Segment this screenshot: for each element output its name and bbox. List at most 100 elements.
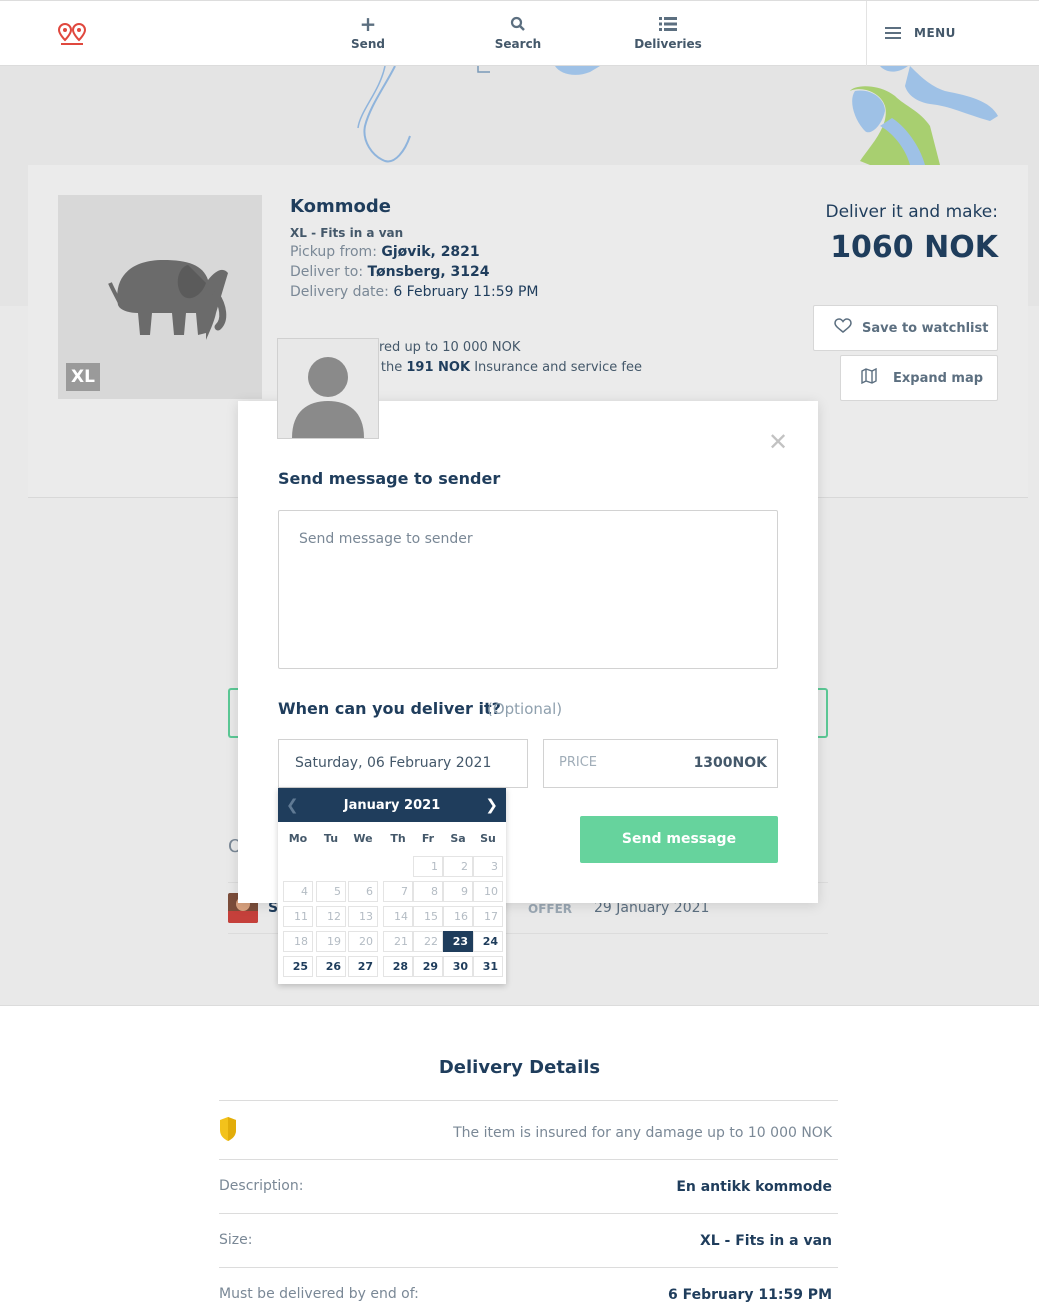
send-message-button[interactable]: Send message: [580, 816, 778, 863]
weekday-label: Sa: [450, 832, 466, 845]
watchlist-label: Save to watchlist: [862, 321, 989, 336]
delivery-date-input[interactable]: Saturday, 06 February 2021: [278, 739, 528, 788]
calendar-day: 8: [413, 881, 443, 902]
nav-search-label: Search: [494, 37, 542, 51]
insurance-text: The item is insured for any damage up to…: [453, 1125, 832, 1141]
size-badge: XL: [66, 363, 100, 391]
expand-map-label: Expand map: [893, 371, 984, 386]
pickup-label: Pickup from:: [290, 244, 377, 260]
deadline-label: Must be delivered by end of:: [219, 1286, 419, 1302]
list-icon: [623, 13, 713, 35]
calendar-day[interactable]: 23: [443, 931, 473, 952]
logo-icon[interactable]: [57, 21, 87, 47]
details-divider: [219, 1267, 838, 1268]
menu-button[interactable]: MENU: [866, 1, 1039, 66]
calendar-day[interactable]: 28: [383, 956, 413, 977]
modal-title: Send message to sender: [278, 469, 501, 488]
fee-text: s the 191 NOK Insurance and service fee: [370, 360, 642, 375]
calendar-day[interactable]: 29: [413, 956, 443, 977]
message-textarea[interactable]: [278, 510, 778, 669]
calendar-day[interactable]: 30: [443, 956, 473, 977]
calendar-day: 3: [473, 856, 503, 877]
price-field[interactable]: PRICE 1300NOK: [543, 739, 778, 788]
expand-map-button[interactable]: Expand map: [840, 355, 998, 401]
description-value: En antikk kommode: [676, 1179, 832, 1195]
nav-deliveries[interactable]: Deliveries: [623, 13, 713, 51]
weekday-label: Tu: [323, 832, 339, 845]
calendar-day[interactable]: 24: [473, 931, 503, 952]
delivery-details-title: Delivery Details: [438, 1057, 601, 1078]
calendar-day: 17: [473, 906, 503, 927]
save-to-watchlist-button[interactable]: Save to watchlist: [813, 305, 998, 351]
calendar-day: 20: [348, 931, 378, 952]
calendar-month-label: January 2021: [343, 798, 441, 813]
nav-send[interactable]: + Send: [323, 13, 413, 51]
sender-avatar: [277, 338, 379, 439]
heart-icon: [834, 318, 852, 339]
search-icon: [473, 13, 563, 35]
when-deliver-label: When can you deliver it?: [278, 699, 501, 718]
description-label: Description:: [219, 1178, 304, 1194]
calendar-day: 12: [316, 906, 346, 927]
nav-deliveries-label: Deliveries: [634, 37, 702, 51]
weekday-label: Th: [390, 832, 406, 845]
calendar-day: 22: [413, 931, 443, 952]
date-label: Delivery date:: [290, 284, 389, 300]
pickup-row: Pickup from: Gjøvik, 2821: [290, 244, 480, 260]
calendar-day[interactable]: 26: [316, 956, 346, 977]
calendar-day: 21: [383, 931, 413, 952]
optional-label: (Optional): [487, 700, 563, 718]
deliver-row: Deliver to: Tønsberg, 3124: [290, 264, 490, 280]
size-value: XL - Fits in a van: [699, 1233, 832, 1249]
user-silhouette-icon: [292, 357, 364, 438]
calendar-header: ❮ January 2021 ❯: [278, 788, 506, 822]
calendar-day: 13: [348, 906, 378, 927]
item-size: XL - Fits in a van: [290, 226, 404, 240]
nav-search[interactable]: Search: [473, 13, 563, 51]
menu-label: MENU: [914, 26, 956, 40]
calendar-day: 15: [413, 906, 443, 927]
details-divider: [219, 1100, 838, 1101]
plus-icon: +: [359, 12, 377, 36]
calendar-day: 16: [443, 906, 473, 927]
calendar-day: 11: [283, 906, 313, 927]
deliver-value: Tønsberg, 3124: [367, 264, 490, 280]
fee-suffix: Insurance and service fee: [474, 360, 642, 375]
weekday-label: Fr: [421, 832, 435, 845]
fee-amount: 191 NOK: [406, 360, 471, 375]
details-divider: [219, 1159, 838, 1160]
weekday-label: Mo: [288, 832, 308, 845]
details-divider: [219, 1213, 838, 1214]
map-icon: [861, 367, 877, 389]
calendar-day: 9: [443, 881, 473, 902]
calendar-day: 18: [283, 931, 313, 952]
insured-text: red up to 10 000 NOK: [379, 340, 521, 355]
calendar-day: 19: [316, 931, 346, 952]
deadline-value: 6 February 11:59 PM: [668, 1287, 832, 1303]
earn-label: Deliver it and make:: [825, 202, 999, 222]
calendar-day: 1: [413, 856, 443, 877]
calendar-day[interactable]: 25: [283, 956, 313, 977]
calendar-day: 4: [283, 881, 313, 902]
size-label: Size:: [219, 1232, 253, 1248]
calendar-day: 10: [473, 881, 503, 902]
nav-send-label: Send: [351, 37, 385, 51]
calendar-day: 7: [383, 881, 413, 902]
calendar-day: 6: [348, 881, 378, 902]
calendar-day[interactable]: 31: [473, 956, 503, 977]
chevron-right-icon[interactable]: ❯: [485, 796, 498, 814]
calendar-day: 2: [443, 856, 473, 877]
weekday-label: Su: [480, 832, 496, 845]
shield-icon: [220, 1117, 236, 1141]
weekday-label: We: [353, 832, 373, 845]
calendar-day: 14: [383, 906, 413, 927]
offer-status: OFFER: [528, 902, 573, 916]
calendar-day[interactable]: 27: [348, 956, 378, 977]
date-row: Delivery date: 6 February 11:59 PM: [290, 284, 538, 300]
close-icon[interactable]: ✕: [768, 428, 788, 456]
pickup-value: Gjøvik, 2821: [381, 244, 480, 260]
date-picker: ❮ January 2021 ❯ Mo Tu We Th Fr Sa Su 1 2 3 4 5 6 7 8 9…: [278, 788, 506, 984]
date-value: 6 February 11:59 PM: [393, 284, 539, 300]
top-navigation-bar: + Send Search Deliveries MENU: [0, 0, 1039, 66]
earn-value: 1060 NOK: [830, 230, 998, 265]
